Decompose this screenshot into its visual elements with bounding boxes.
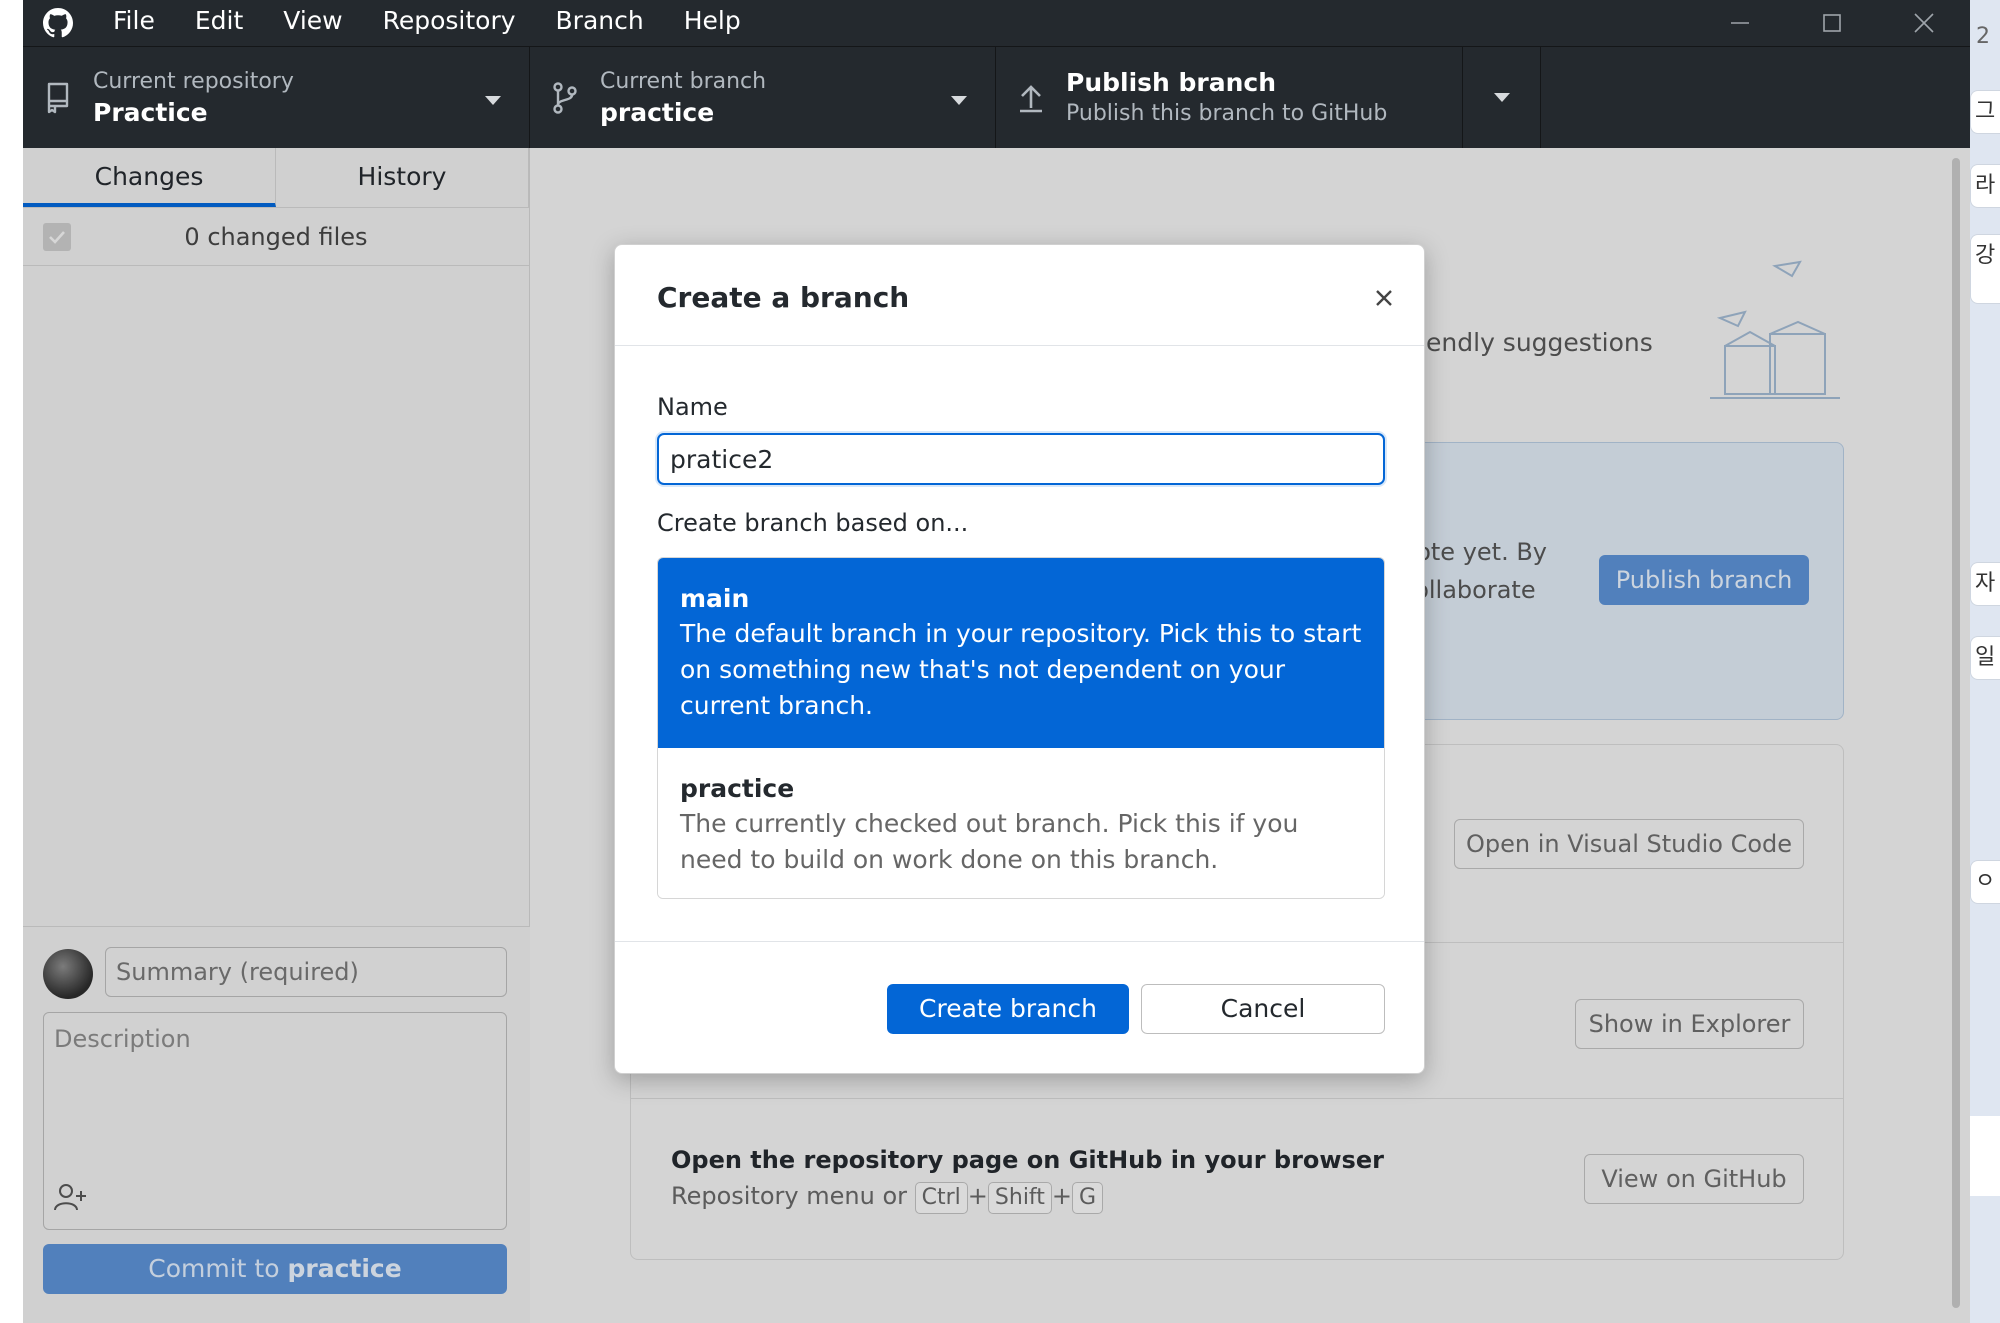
maximize-icon[interactable] [1786,0,1878,46]
repo-label: Current repository [93,69,294,94]
option-name: practice [680,774,795,803]
neighbor-chip-4: 자 [1970,562,2000,606]
menu-help[interactable]: Help [664,0,761,46]
neighbor-chat-panel [1970,1116,2000,1196]
neighbor-chip-5: 일 [1970,636,2000,680]
base-branch-list: main The default branch in your reposito… [657,557,1385,899]
base-branch-option-practice[interactable]: practice The currently checked out branc… [658,748,1384,898]
menu-file[interactable]: File [93,0,175,46]
neighbor-chip-3: 강 [1970,234,2000,304]
create-branch-dialog: Create a branch Name Create branch based… [614,244,1425,1074]
caret-down-icon [951,91,967,110]
caret-down-icon [485,91,501,110]
title-bar: File Edit View Repository Branch Help [23,0,1970,46]
github-logo-icon [23,0,93,46]
close-icon[interactable] [1369,283,1399,313]
base-branch-option-main[interactable]: main The default branch in your reposito… [658,558,1384,748]
current-repository-selector[interactable]: Current repository Practice [23,47,530,149]
menu-edit[interactable]: Edit [175,0,263,46]
neighbor-chip-2: 라 [1970,164,2000,208]
publish-title: Publish branch [1066,68,1277,97]
cancel-button[interactable]: Cancel [1141,984,1385,1034]
toolbar: Current repository Practice Current bran… [23,46,1970,149]
desktop-left-strip [0,0,23,1323]
neighbor-chip-1: 그 [1970,90,2000,134]
neighbor-window-strip: 2 그 라 강 자 일 ㅇ [1970,0,2000,1323]
menu-branch[interactable]: Branch [536,0,664,46]
create-branch-button[interactable]: Create branch [887,984,1129,1034]
dialog-title: Create a branch [657,281,910,314]
github-desktop-window: File Edit View Repository Branch Help Cu… [23,0,1970,1323]
option-description: The currently checked out branch. Pick t… [680,809,1299,874]
branch-name-input[interactable] [657,433,1385,485]
minimize-icon[interactable] [1694,0,1786,46]
name-label: Name [657,393,728,421]
repo-value: Practice [93,98,208,127]
dialog-footer: Create branch Cancel [615,941,1424,1074]
branch-label: Current branch [600,69,767,94]
current-branch-selector[interactable]: Current branch practice [530,47,996,149]
publish-subtitle: Publish this branch to GitHub [1066,101,1388,126]
caret-down-icon [1493,93,1510,102]
option-description: The default branch in your repository. P… [680,619,1362,720]
neighbor-text-1: 2 [1976,24,1990,49]
based-on-label: Create branch based on... [657,509,969,537]
close-window-icon[interactable] [1878,0,1970,46]
repo-icon [23,82,93,114]
window-controls [1694,0,1970,46]
git-branch-icon [530,81,600,115]
neighbor-chip-6: ㅇ [1970,860,2000,904]
upload-icon [996,82,1066,114]
dialog-header: Create a branch [615,245,1424,346]
menu-repository[interactable]: Repository [363,0,536,46]
option-name: main [680,584,750,613]
menu-bar: File Edit View Repository Branch Help [93,0,761,46]
publish-dropdown-button[interactable] [1463,47,1541,149]
branch-value: practice [600,98,715,127]
publish-branch-toolbar-button[interactable]: Publish branch Publish this branch to Gi… [996,47,1463,149]
menu-view[interactable]: View [263,0,362,46]
